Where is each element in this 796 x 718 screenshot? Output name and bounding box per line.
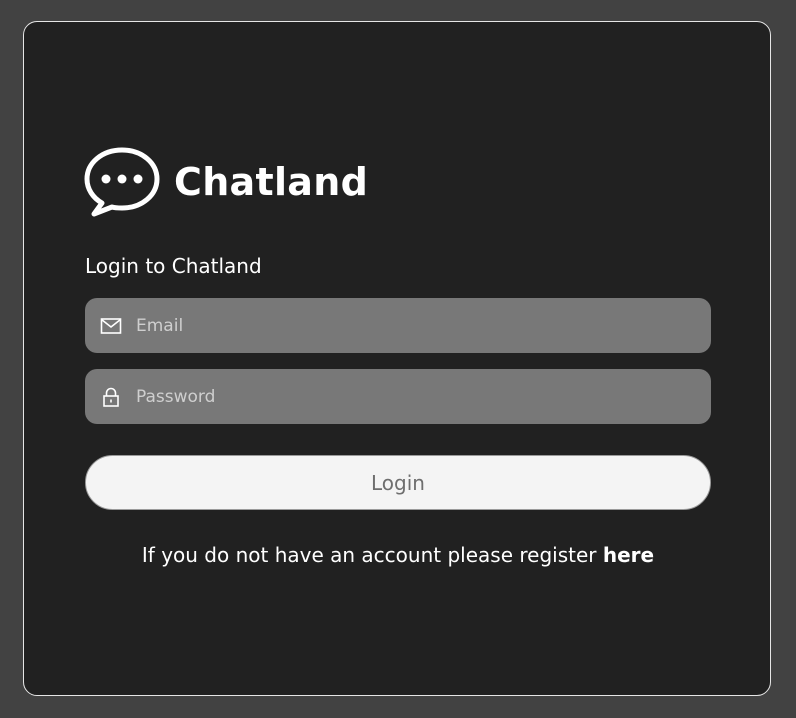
register-link[interactable]: here [603,543,654,567]
register-text: If you do not have an account please reg… [141,543,603,567]
login-heading: Login to Chatland [85,254,262,278]
login-button[interactable]: Login [85,455,711,510]
email-input[interactable] [134,297,711,354]
password-input[interactable] [134,368,711,425]
login-card: Chatland Login to Chatland Login If you … [23,21,771,696]
chat-bubble-icon [84,146,160,218]
mail-icon [100,315,122,337]
brand-name: Chatland [174,160,369,204]
email-field[interactable] [85,297,711,354]
brand-header: Chatland [84,146,368,218]
register-prompt: If you do not have an account please reg… [24,543,772,567]
lock-icon [100,386,122,408]
password-field[interactable] [85,368,711,425]
